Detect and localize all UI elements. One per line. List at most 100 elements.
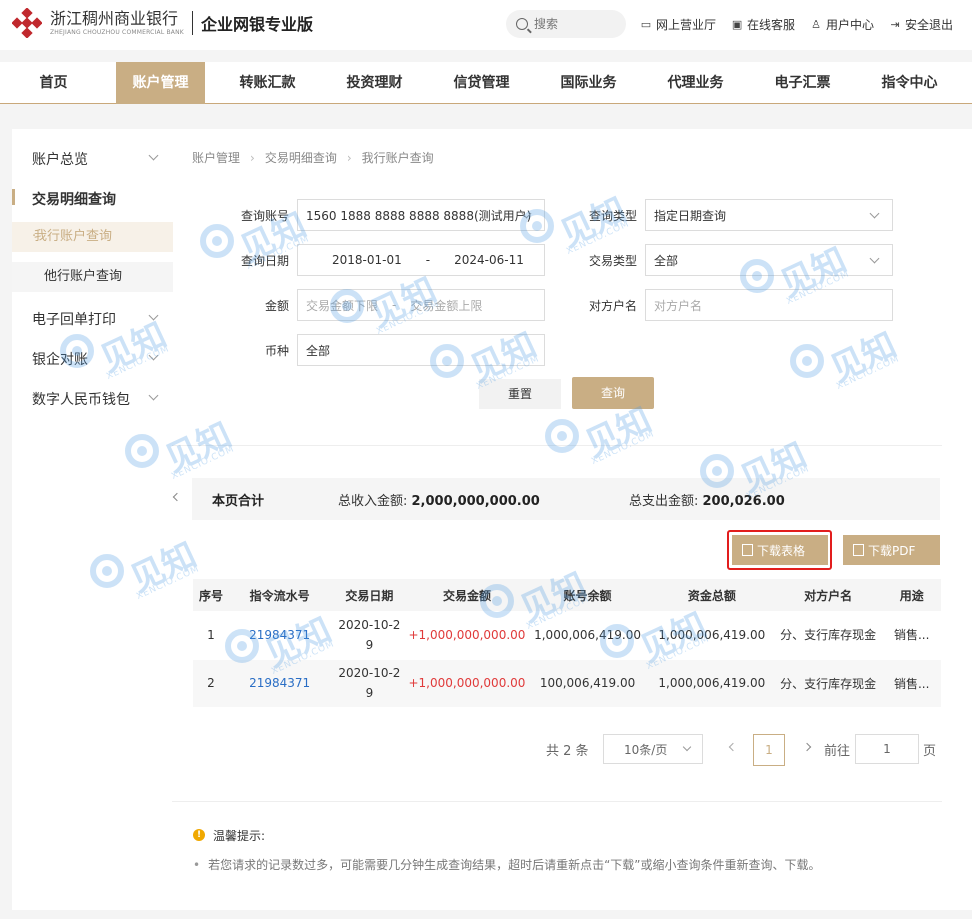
goto-label: 前往	[824, 744, 851, 759]
date-part: 9	[365, 637, 374, 652]
sidebar-label: 交易明细查询	[32, 192, 116, 208]
page-size-select[interactable]: 10条/页	[603, 734, 703, 764]
cell-serial-link[interactable]: 21984371	[228, 611, 331, 660]
date-part: 9	[365, 686, 374, 700]
currency-value: 全部	[306, 343, 331, 358]
breadcrumb: 账户管理 › 交易明细查询 › 我行账户查询	[192, 149, 444, 166]
tx-type-label: 交易类型	[588, 254, 637, 268]
sidebar-active-bar	[12, 189, 15, 205]
prev-page-icon[interactable]	[728, 742, 738, 752]
col-header: 交易日期	[330, 579, 409, 611]
tx-type-select[interactable]: 全部	[645, 244, 893, 276]
nav-invest[interactable]: 投资理财	[321, 62, 428, 104]
cell-party: 分、支行库存现金	[773, 659, 883, 708]
date-part: 2020-10-2	[338, 666, 401, 680]
nav-international[interactable]: 国际业务	[535, 62, 642, 104]
date-to[interactable]: 2024-06-11	[454, 253, 524, 267]
link-online-hall[interactable]: ▭ 网上营业厅	[640, 16, 716, 33]
link-user-center[interactable]: ♙ 用户中心	[810, 16, 874, 33]
nav-transfer[interactable]: 转账汇款	[214, 62, 321, 104]
date-range-picker[interactable]: 2018-01-01 - 2024-06-11	[297, 244, 545, 276]
search-input[interactable]	[534, 17, 614, 31]
col-header: 资金总额	[649, 579, 774, 611]
summary-income: 总收入金额: 2,000,000,000.00	[338, 490, 540, 509]
cell-date: 2020-10-2 9	[330, 611, 409, 660]
download-pdf-label: 下载PDF	[868, 543, 916, 558]
nav-e-bill[interactable]: 电子汇票	[749, 62, 856, 104]
date-from[interactable]: 2018-01-01	[332, 253, 402, 267]
sidebar-item-detail[interactable]: 交易明细查询	[32, 189, 116, 209]
query-type-select[interactable]: 指定日期查询	[645, 199, 893, 231]
sidebar-item-overview[interactable]: 账户总览	[32, 149, 159, 169]
sidebar-item-wallet[interactable]: 数字人民币钱包	[32, 389, 159, 409]
income-label: 总收入金额:	[338, 493, 412, 509]
breadcrumb-item[interactable]: 账户管理	[192, 149, 240, 166]
sidebar-item-reconcile[interactable]: 银企对账	[32, 349, 159, 369]
page-summary: 本页合计 总收入金额: 2,000,000,000.00 总支出金额: 200,…	[192, 478, 940, 520]
sidebar-item-receipt[interactable]: 电子回单打印	[32, 309, 159, 329]
counterparty-input[interactable]: 对方户名	[645, 289, 893, 321]
cell-serial-link[interactable]: 21984371	[228, 659, 331, 708]
cell-balance: 1,000,006,419.00	[525, 611, 650, 660]
link-label: 安全退出	[905, 18, 954, 32]
chevron-down-icon	[148, 390, 159, 401]
download-pdf-button[interactable]: 下载PDF	[843, 535, 940, 565]
col-header: 交易金额	[408, 579, 526, 611]
col-header: 账号余额	[525, 579, 650, 611]
cell-party: 分、支行库存现金	[773, 611, 883, 660]
sidebar-label: 电子回单打印	[32, 312, 116, 328]
sidebar-label: 银企对账	[32, 352, 88, 368]
cell-total: 1,000,006,419.00	[649, 659, 774, 708]
bank-name-en: ZHEJIANG CHOUZHOU COMMERCIAL BANK	[50, 28, 184, 36]
sidebar-subitem-own[interactable]: 我行账户查询	[12, 222, 173, 252]
cell-balance: 100,006,419.00	[525, 659, 650, 708]
cell-no: 1	[193, 611, 229, 660]
amount-min-input[interactable]: 交易金额下限	[306, 297, 378, 314]
col-header: 对方户名	[773, 579, 883, 611]
reset-button[interactable]: 重置	[479, 379, 561, 409]
date-separator: -	[425, 253, 431, 267]
expense-value: 200,026.00	[702, 493, 785, 509]
nav-instruction[interactable]: 指令中心	[856, 62, 963, 104]
breadcrumb-item[interactable]: 交易明细查询	[265, 149, 337, 166]
notice-title: 温馨提示:	[213, 829, 266, 843]
sidebar-subitem-other[interactable]: 他行账户查询	[12, 262, 173, 292]
account-value: 1560 1888 8888 8888 8888(测试用户)	[306, 208, 532, 223]
nav-agency[interactable]: 代理业务	[642, 62, 749, 104]
currency-select[interactable]: 全部	[297, 334, 545, 366]
cell-amount: +1,000,000,000.00	[408, 659, 526, 708]
amount-max-input[interactable]: 交易金额上限	[410, 297, 482, 314]
amount-range[interactable]: 交易金额下限 - 交易金额上限	[297, 289, 545, 321]
page-size-value: 10条/页	[624, 742, 668, 757]
cell-total: 1,000,006,419.00	[649, 611, 774, 660]
current-page-button[interactable]: 1	[753, 734, 785, 766]
table-row: 2 21984371 2020-10-2 9 +1,000,000,000.00 …	[193, 659, 941, 708]
chevron-down-icon	[869, 208, 880, 219]
top-links: ▭ 网上营业厅 ▣ 在线客服 ♙ 用户中心 ⇥ 安全退出	[640, 16, 968, 33]
nav-home[interactable]: 首页	[0, 62, 107, 104]
account-label: 查询账号	[240, 209, 289, 223]
divider	[172, 445, 942, 446]
expense-label: 总支出金额:	[629, 493, 703, 509]
date-part: 2020-10-2	[338, 617, 401, 632]
highlight-box	[727, 530, 832, 570]
chevron-left-icon[interactable]	[172, 492, 182, 502]
amount-label: 金额	[264, 299, 289, 313]
col-header: 序号	[193, 579, 229, 611]
goto-page-input[interactable]: 1	[855, 734, 919, 764]
col-header: 指令流水号	[228, 579, 331, 611]
pagination-total: 共 2 条	[546, 744, 589, 759]
link-online-service[interactable]: ▣ 在线客服	[731, 16, 795, 33]
query-button[interactable]: 查询	[572, 377, 654, 409]
nav-credit[interactable]: 信贷管理	[428, 62, 535, 104]
bank-logo[interactable]: 浙江稠州商业银行 ZHEJIANG CHOUZHOU COMMERCIAL BA…	[11, 7, 313, 39]
account-select[interactable]: 1560 1888 8888 8888 8888(测试用户)	[297, 199, 545, 231]
nav-account[interactable]: 账户管理	[116, 62, 205, 104]
next-page-icon[interactable]	[802, 742, 812, 752]
edition-title: 企业网银专业版	[200, 15, 313, 34]
link-logout[interactable]: ⇥ 安全退出	[889, 16, 953, 33]
page-suffix: 页	[923, 744, 937, 759]
chevron-right-icon: ›	[250, 150, 255, 165]
table-row: 1 21984371 2020-10-2 9 +1,000,000,000.00 …	[193, 611, 941, 660]
search-box[interactable]	[506, 10, 626, 38]
